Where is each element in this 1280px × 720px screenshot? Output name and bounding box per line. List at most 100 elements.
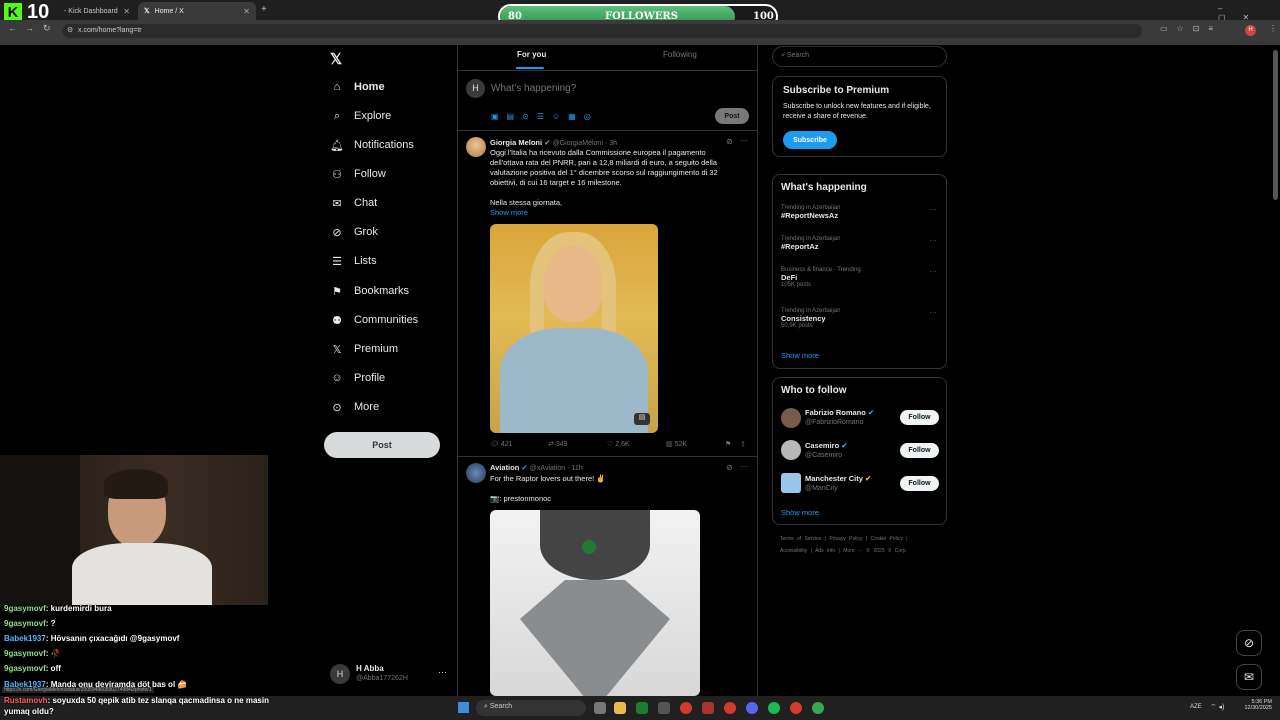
more-icon[interactable]: ··· — [929, 267, 937, 276]
footer-link[interactable]: Accessibility — [780, 548, 807, 554]
chrome-icon[interactable] — [812, 702, 824, 714]
suggested-account-name[interactable]: Manchester City ✔ — [805, 474, 871, 483]
compose-post-button[interactable]: Post — [715, 108, 749, 124]
app-icon[interactable] — [636, 702, 648, 714]
toolbar-icons[interactable]: ▭☆⊡≡ — [1160, 24, 1222, 33]
author-name[interactable]: Giorgia Meloni — [490, 138, 542, 147]
trend-item[interactable]: Trending in Azerbaijan Consistency 50,9K… — [781, 308, 840, 329]
nav-home[interactable]: ⌂ Home — [330, 76, 385, 98]
trend-item[interactable]: Trending in Azerbaijan #ReportNewsAz — [781, 205, 840, 220]
grok-icon[interactable]: ⊘ — [726, 463, 733, 472]
back-icon[interactable]: ← — [8, 23, 17, 33]
tab-following[interactable]: Following — [663, 50, 697, 59]
windows-start-icon[interactable] — [458, 702, 469, 713]
search-input[interactable]: ⌕ Search — [772, 46, 947, 67]
nav-grok[interactable]: ⊘ Grok — [330, 221, 377, 243]
system-tray-icons[interactable]: ⌔ ◂) — [1210, 703, 1224, 712]
close-icon[interactable]: ✕ — [243, 7, 250, 16]
more-icon[interactable]: ··· — [740, 136, 748, 145]
nav-premium[interactable]: 𝕏 Premium — [330, 338, 398, 360]
suggested-account-name[interactable]: Casemiro ✔ — [805, 441, 848, 450]
messages-icon[interactable]: ✉ — [1236, 664, 1262, 690]
reply-action[interactable]: 💬︎ 421 — [490, 440, 513, 448]
follow-button[interactable]: Follow — [900, 443, 939, 458]
nav-communities[interactable]: ⚉ Communities — [330, 309, 418, 331]
more-icon[interactable]: ··· — [438, 667, 447, 677]
file-explorer-icon[interactable] — [614, 702, 626, 714]
show-more-link[interactable]: Show more — [781, 351, 819, 360]
grok-icon[interactable]: ⊘ — [726, 137, 733, 146]
clock[interactable]: 5:36 PM 12/30/2025 — [1238, 699, 1272, 711]
chrome-icon[interactable] — [680, 702, 692, 714]
scrollbar[interactable] — [1273, 50, 1278, 200]
author-handle[interactable]: @GiorgiaMeloni — [553, 140, 603, 147]
follow-button[interactable]: Follow — [900, 410, 939, 425]
chrome-icon[interactable] — [790, 702, 802, 714]
app-icon[interactable] — [702, 702, 714, 714]
trend-item[interactable]: Business & finance · Trending DeFi 105K … — [781, 267, 861, 288]
more-icon[interactable]: ··· — [740, 462, 748, 471]
show-more-link[interactable]: Show more — [490, 208, 528, 217]
discord-icon[interactable] — [746, 702, 758, 714]
more-icon[interactable]: ··· — [929, 205, 937, 214]
reload-icon[interactable]: ↻ — [43, 23, 51, 34]
menu-icon[interactable]: ⋮ — [1269, 24, 1277, 33]
account-avatar[interactable] — [781, 408, 801, 428]
tab-for-you[interactable]: For you — [517, 50, 546, 59]
footer-links[interactable]: Accessibility | Ads info | More ··· © 20… — [780, 548, 907, 554]
x-logo-icon[interactable]: 𝕏 — [330, 50, 342, 68]
follow-button[interactable]: Follow — [900, 476, 939, 491]
compose-input[interactable]: What's happening? — [491, 83, 576, 94]
more-icon[interactable]: ··· — [929, 236, 937, 245]
nav-more[interactable]: ⊙ More — [330, 396, 379, 418]
post-button[interactable]: Post — [324, 432, 440, 458]
footer-link[interactable]: Cookie Policy — [871, 536, 903, 542]
tweet-photo[interactable]: ▤ — [490, 224, 658, 433]
grok-icon[interactable]: ⊘ — [1236, 630, 1262, 656]
suggested-account-name[interactable]: Fabrizio Romano ✔ — [805, 408, 874, 417]
taskbar-search[interactable]: ⌕ Search — [476, 700, 586, 716]
new-tab-icon[interactable]: + — [261, 4, 267, 15]
image-info-icon[interactable]: ▤ — [634, 413, 650, 425]
task-view-icon[interactable] — [594, 702, 606, 714]
account-avatar[interactable] — [781, 473, 801, 493]
url-bar[interactable]: x.com/home?lang=tr — [62, 24, 1142, 38]
site-info-icon[interactable]: ⚙ — [67, 26, 73, 34]
author-handle[interactable]: @xAviation — [530, 465, 565, 472]
compose-tools-icons[interactable]: ▣▤⊙☰☺▦◎ — [491, 112, 599, 121]
tab-home-x[interactable]: 𝕏 Home / X ✕ — [138, 2, 256, 20]
spotify-icon[interactable] — [768, 702, 780, 714]
forward-icon[interactable]: → — [25, 23, 34, 33]
like-action[interactable]: ♡ 2,6K — [607, 440, 630, 448]
footer-link[interactable]: More ··· — [843, 548, 863, 554]
repost-action[interactable]: ⇄ 349 — [548, 440, 568, 448]
account-avatar[interactable] — [781, 440, 801, 460]
tweet-photo[interactable] — [490, 510, 700, 696]
chrome-icon[interactable] — [724, 702, 736, 714]
show-more-link[interactable]: Show more — [781, 508, 819, 517]
footer-link[interactable]: Terms of Service — [780, 536, 821, 542]
author-name[interactable]: Aviation — [490, 463, 519, 472]
nav-explore[interactable]: ⌕ Explore — [330, 105, 391, 127]
more-icon[interactable]: ··· — [929, 308, 937, 317]
nav-chat[interactable]: ✉ Chat — [330, 192, 377, 214]
nav-follow[interactable]: ⚇ Follow — [330, 163, 386, 185]
close-icon[interactable]: ✕ — [123, 7, 130, 16]
share-icon[interactable]: ⇪ — [740, 440, 746, 448]
app-icon[interactable] — [658, 702, 670, 714]
nav-profile[interactable]: ☺ Profile — [330, 367, 385, 389]
author-avatar[interactable] — [466, 463, 486, 483]
footer-links[interactable]: Terms of Service | Privacy Policy | Cook… — [780, 536, 908, 542]
nav-notifications[interactable]: 🔔︎ Notifications — [330, 134, 414, 156]
views-action[interactable]: ▥ 52K — [666, 440, 687, 448]
bookmark-icon[interactable]: ⚑ — [725, 440, 731, 448]
subscribe-button[interactable]: Subscribe — [783, 131, 837, 149]
footer-link[interactable]: Privacy Policy — [829, 536, 862, 542]
footer-link[interactable]: Ads info — [815, 548, 835, 554]
trend-item[interactable]: Trending in Azerbaijan #ReportAz — [781, 236, 840, 251]
nav-lists[interactable]: ☰ Lists — [330, 250, 377, 272]
account-avatar[interactable]: H — [330, 664, 350, 684]
profile-avatar[interactable]: H — [1245, 25, 1256, 36]
keyboard-language[interactable]: AZE — [1190, 704, 1202, 710]
author-avatar[interactable] — [466, 137, 486, 157]
